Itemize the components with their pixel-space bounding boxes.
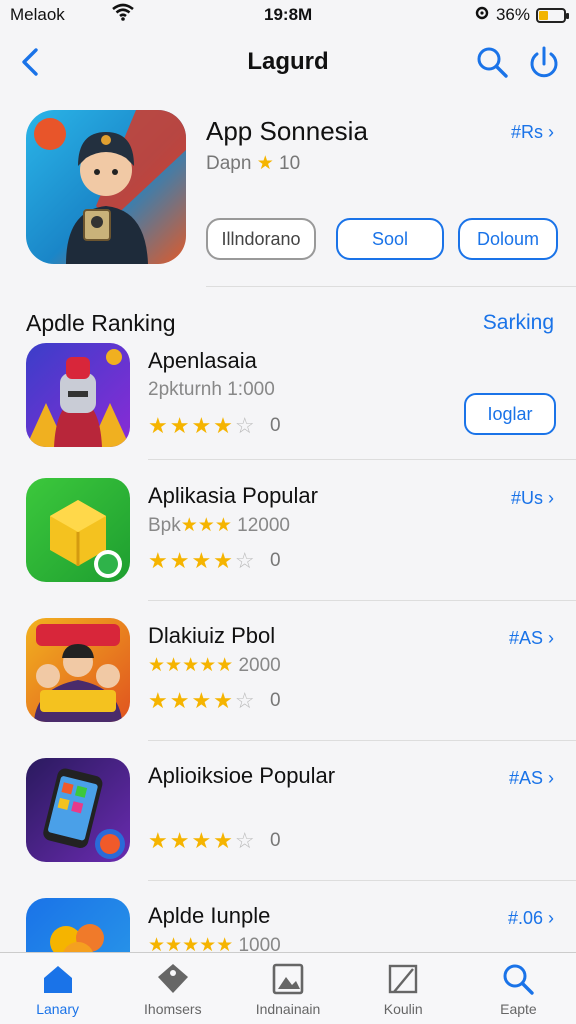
search-icon <box>503 964 535 995</box>
app-icon <box>26 758 130 862</box>
app-icon <box>26 618 130 722</box>
star-icon: ★★★★★ <box>148 655 234 676</box>
chevron-right-icon: › <box>548 488 554 508</box>
chevron-right-icon: › <box>548 628 554 648</box>
tab-label: Indnainain <box>255 1001 321 1017</box>
tab-indnainain[interactable]: Indnainain <box>230 953 345 1024</box>
rating-count: 0 <box>270 550 281 571</box>
app-name: Aplioiksioe Popular <box>148 763 336 788</box>
app-name: Aplikasia Popular <box>148 483 318 508</box>
app-name: Apenlasaia <box>148 348 257 373</box>
featured-button-3[interactable]: Doloum <box>458 218 558 260</box>
divider <box>206 286 576 287</box>
featured-app-link-label: #Rs <box>510 122 543 142</box>
pencil-icon <box>389 964 418 994</box>
app-link[interactable]: #AS › <box>509 768 554 789</box>
app-icon <box>26 898 130 952</box>
tab-label: Lanary <box>36 1001 79 1017</box>
app-link[interactable]: #Us › <box>511 488 554 509</box>
image-icon <box>272 963 304 995</box>
get-button[interactable]: Ioglar <box>464 393 556 435</box>
app-link[interactable]: #AS › <box>509 628 554 649</box>
rating-count: 0 <box>270 690 281 711</box>
app-icon <box>26 478 130 582</box>
search-icon <box>477 47 508 78</box>
app-name: Dlakiuiz Pbol <box>148 623 276 648</box>
app-link[interactable]: #.06 › <box>508 908 554 929</box>
featured-app-rating: 10 <box>279 153 301 174</box>
search-button[interactable] <box>474 44 510 80</box>
rating-count: 0 <box>270 830 281 851</box>
clock: 19:8M <box>264 5 313 24</box>
list-item[interactable]: Aplde Iunple ★★★★★ 1000 #.06 › <box>0 898 576 952</box>
app-link-label: #AS <box>508 768 543 788</box>
home-icon <box>43 966 72 993</box>
app-subtitle: Bpk★★★ 12000 <box>148 514 290 537</box>
section-link[interactable]: Sarking <box>483 311 554 335</box>
battery-icon <box>536 7 569 23</box>
tab-label: Koulin <box>383 1001 423 1017</box>
star-icon: ★★★★★ <box>148 935 234 952</box>
featured-app-icon[interactable] <box>26 110 186 264</box>
app-subtitle: ★★★★★ 1000 <box>148 934 281 952</box>
featured-app-title: App Sonnesia <box>206 116 368 146</box>
chevron-right-icon: › <box>548 768 554 788</box>
app-subtitle: 2pkturnh 1:000 <box>148 379 275 400</box>
app-developer: Bpk <box>148 515 181 536</box>
battery-percent: 36% <box>495 5 530 24</box>
featured-button-1[interactable]: Illndorano <box>206 218 316 260</box>
list-item[interactable]: Apenlasaia 2pkturnh 1:000 ★★★★☆ 0 Ioglar <box>0 343 576 483</box>
divider <box>148 459 576 460</box>
tab-koulin[interactable]: Koulin <box>346 953 461 1024</box>
tab-eapte[interactable]: Eapte <box>461 953 576 1024</box>
star-icon: ★★★ <box>180 515 232 536</box>
section-title: Apdle Ranking <box>26 310 176 336</box>
featured-app-link[interactable]: #Rs › <box>511 122 554 143</box>
app-rating-count: 2000 <box>238 655 281 676</box>
carrier-label: Melaok <box>10 5 65 24</box>
status-bar: Melaok 19:8M 36% <box>0 0 576 30</box>
divider <box>148 740 576 741</box>
tab-lanary[interactable]: Lanary <box>0 953 115 1024</box>
wifi-icon <box>112 3 134 26</box>
star-rating: ★★★★☆ <box>148 828 257 853</box>
app-rating-count: 1000 <box>238 935 281 952</box>
app-link-label: #.06 <box>507 908 543 928</box>
list-item[interactable]: Aplioiksioe Popular ★★★★☆ 0 #AS › <box>0 758 576 898</box>
app-rating-count: 12000 <box>237 515 290 536</box>
navigation-bar: Lagurd <box>0 36 576 92</box>
star-rating: ★★★★☆ <box>148 548 257 573</box>
power-share-icon <box>530 46 558 78</box>
app-link-label: #AS <box>508 628 543 648</box>
tab-label: Ihomsers <box>144 1001 202 1017</box>
app-link-label: #Us <box>510 488 543 508</box>
featured-app-developer: Dapn <box>206 153 252 174</box>
divider <box>148 600 576 601</box>
location-icon <box>474 5 490 25</box>
app-name: Aplde Iunple <box>148 903 271 928</box>
tab-bar: Lanary Ihomsers Indnainain Koulin Eapte <box>0 952 576 1024</box>
star-rating: ★★★★☆ <box>148 413 257 438</box>
app-icon <box>26 343 130 447</box>
tab-ihomsers[interactable]: Ihomsers <box>115 953 230 1024</box>
rating-count: 0 <box>270 415 281 436</box>
list-item[interactable]: Aplikasia Popular Bpk★★★ 12000 ★★★★☆ 0 #… <box>0 478 576 618</box>
tag-icon <box>157 964 188 993</box>
chevron-right-icon: › <box>548 122 554 142</box>
app-subtitle: ★★★★★ 2000 <box>148 654 281 677</box>
divider <box>148 880 576 881</box>
star-rating: ★★★★☆ <box>148 688 257 713</box>
chevron-right-icon: › <box>548 908 554 928</box>
featured-app-subtitle: Dapn ★ 10 <box>206 152 300 175</box>
list-item[interactable]: Dlakiuiz Pbol ★★★★★ 2000 ★★★★☆ 0 #AS › <box>0 618 576 758</box>
share-button[interactable] <box>526 42 562 82</box>
tab-label: Eapte <box>500 1001 537 1017</box>
star-icon: ★ <box>256 153 274 174</box>
featured-button-2[interactable]: Sool <box>336 218 444 260</box>
